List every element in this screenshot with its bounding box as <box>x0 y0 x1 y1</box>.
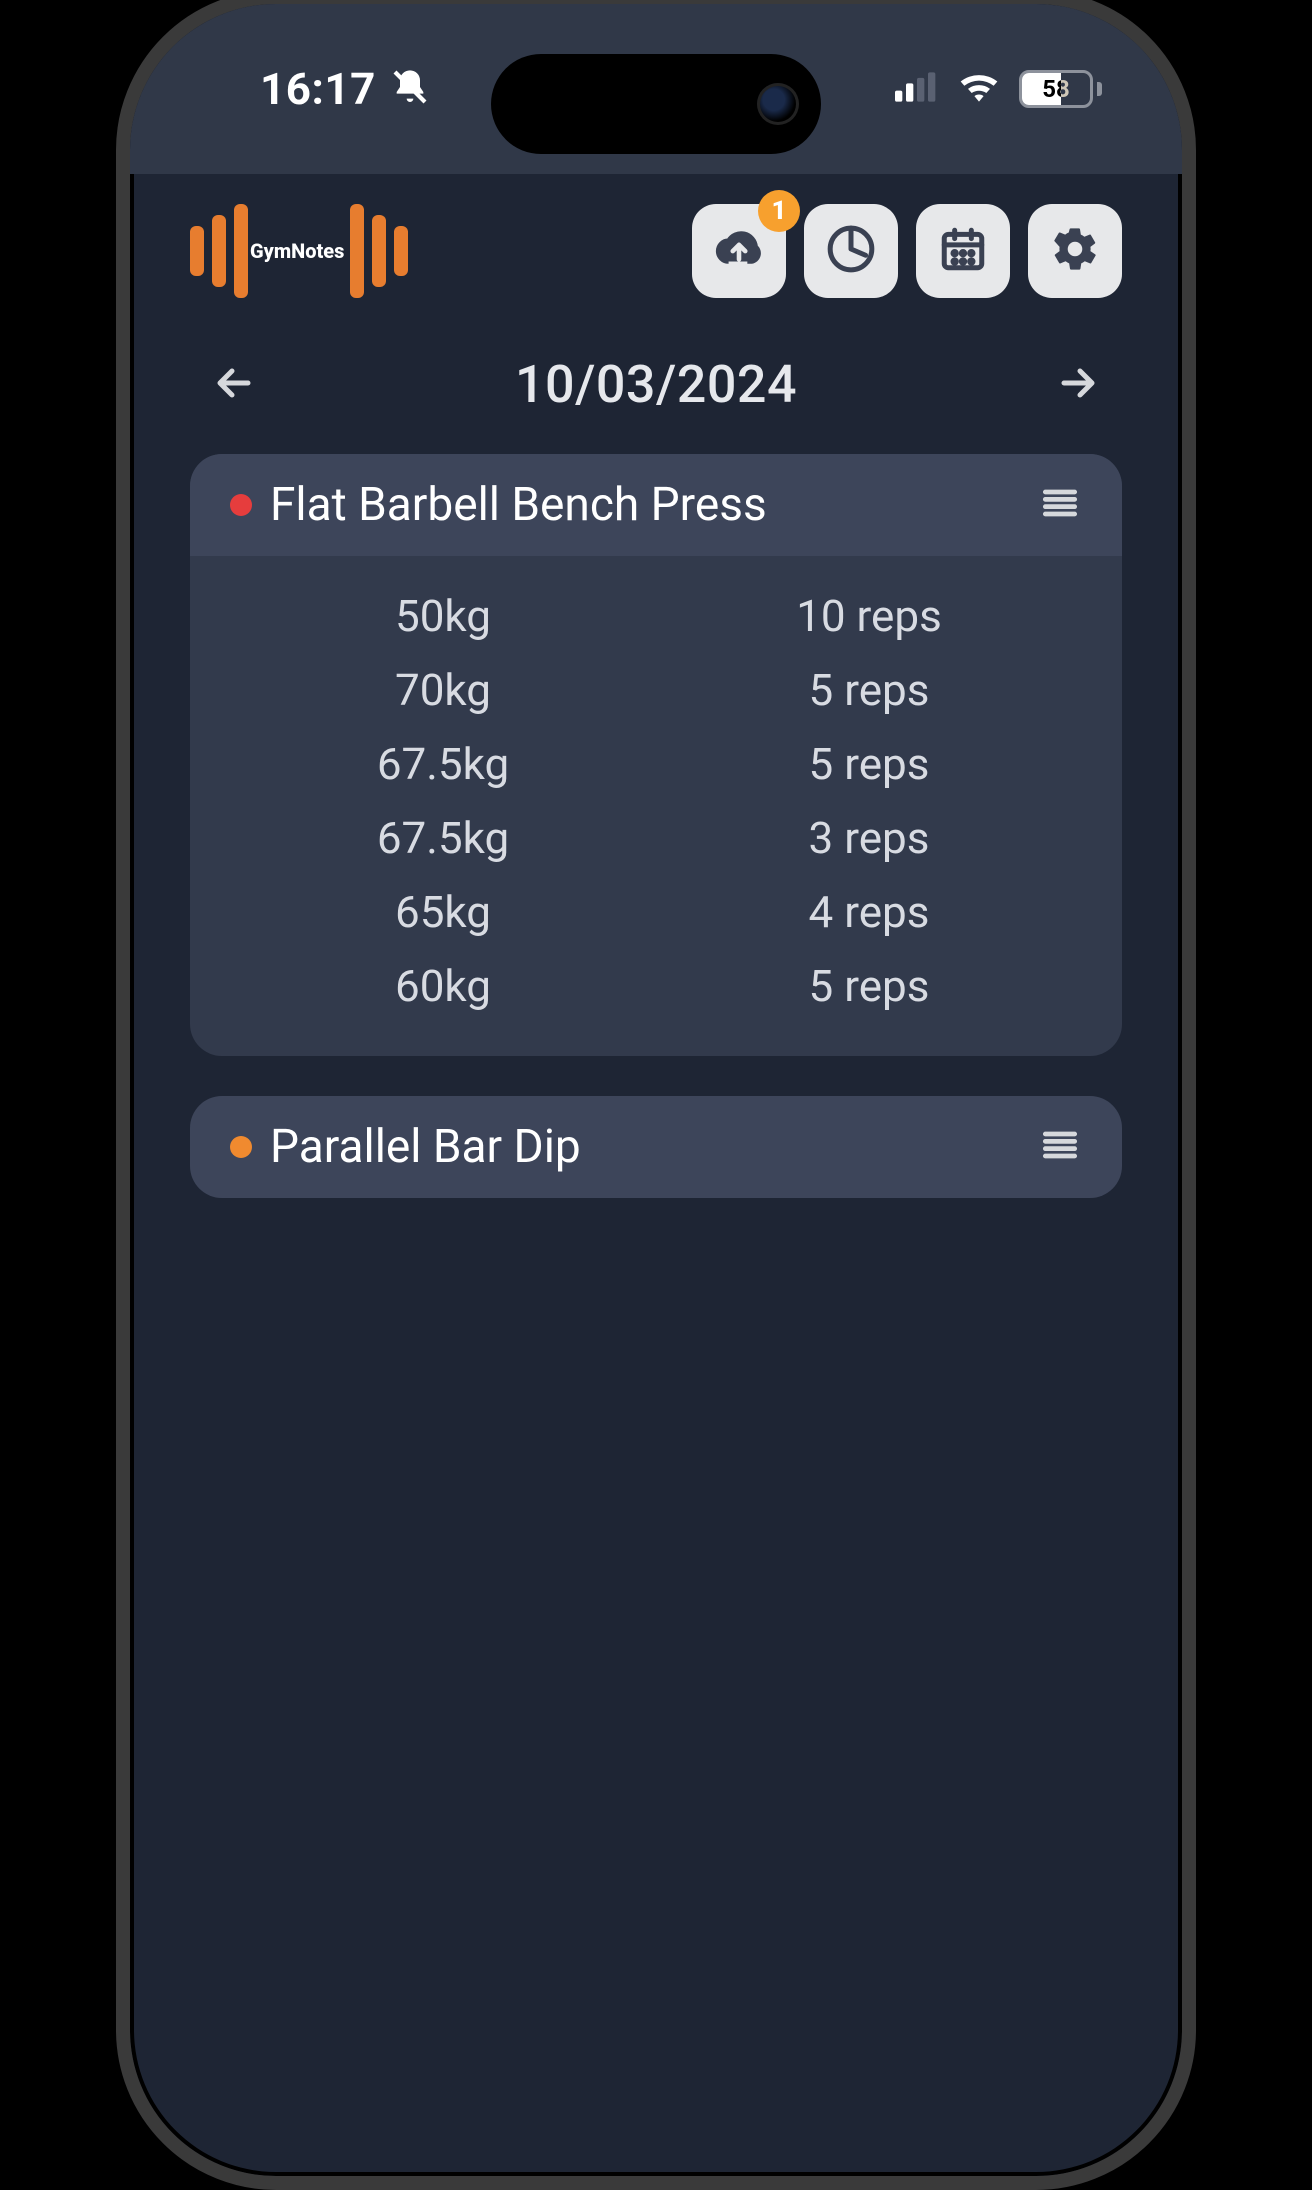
set-reps: 5 reps <box>656 738 1082 790</box>
exercise-header[interactable]: Flat Barbell Bench Press <box>190 454 1122 556</box>
settings-button[interactable] <box>1028 204 1122 298</box>
exercise-color-dot <box>230 494 252 516</box>
set-weight: 60kg <box>230 960 656 1012</box>
upload-badge: 1 <box>758 190 800 232</box>
set-reps: 5 reps <box>656 664 1082 716</box>
exercise-card: Flat Barbell Bench Press50kg10 reps70kg5… <box>190 454 1122 1056</box>
camera-lens <box>757 83 799 125</box>
exercise-name: Parallel Bar Dip <box>270 1120 1020 1174</box>
gear-icon <box>1050 224 1100 278</box>
app-header: GymNotes 1 <box>130 174 1182 338</box>
pie-chart-icon <box>826 224 876 278</box>
battery-icon: 58 <box>1019 70 1102 108</box>
prev-day-button[interactable] <box>210 359 258 411</box>
status-time: 16:17 <box>260 63 376 115</box>
current-date[interactable]: 10/03/2024 <box>515 354 797 415</box>
workout-log: Flat Barbell Bench Press50kg10 reps70kg5… <box>190 454 1122 1198</box>
menu-icon[interactable] <box>1038 481 1082 529</box>
exercise-card: Parallel Bar Dip <box>190 1096 1122 1198</box>
stats-button[interactable] <box>804 204 898 298</box>
sets-list: 50kg10 reps70kg5 reps67.5kg5 reps67.5kg3… <box>190 556 1122 1056</box>
set-weight: 65kg <box>230 886 656 938</box>
upload-button[interactable]: 1 <box>692 204 786 298</box>
set-reps: 4 reps <box>656 886 1082 938</box>
exercise-header[interactable]: Parallel Bar Dip <box>190 1096 1122 1198</box>
set-row[interactable]: 60kg5 reps <box>230 960 1082 1012</box>
set-row[interactable]: 50kg10 reps <box>230 590 1082 642</box>
menu-icon[interactable] <box>1038 1123 1082 1171</box>
set-weight: 50kg <box>230 590 656 642</box>
dynamic-island <box>491 54 821 154</box>
calendar-icon <box>938 224 988 278</box>
cloud-upload-icon <box>714 224 764 278</box>
set-row[interactable]: 65kg4 reps <box>230 886 1082 938</box>
set-weight: 67.5kg <box>230 812 656 864</box>
app-name: GymNotes <box>250 239 344 263</box>
set-reps: 10 reps <box>656 590 1082 642</box>
exercise-name: Flat Barbell Bench Press <box>270 478 1020 532</box>
silent-icon <box>390 67 430 111</box>
battery-percent: 58 <box>1042 75 1070 103</box>
set-row[interactable]: 70kg5 reps <box>230 664 1082 716</box>
calendar-button[interactable] <box>916 204 1010 298</box>
set-reps: 3 reps <box>656 812 1082 864</box>
set-weight: 67.5kg <box>230 738 656 790</box>
set-row[interactable]: 67.5kg3 reps <box>230 812 1082 864</box>
phone-frame: 16:17 <box>116 0 1196 2190</box>
set-row[interactable]: 67.5kg5 reps <box>230 738 1082 790</box>
next-day-button[interactable] <box>1054 359 1102 411</box>
cellular-icon <box>895 72 939 106</box>
set-reps: 5 reps <box>656 960 1082 1012</box>
wifi-icon <box>957 65 1001 113</box>
exercise-color-dot <box>230 1136 252 1158</box>
date-nav: 10/03/2024 <box>130 334 1182 455</box>
app-logo[interactable]: GymNotes <box>190 204 404 298</box>
set-weight: 70kg <box>230 664 656 716</box>
